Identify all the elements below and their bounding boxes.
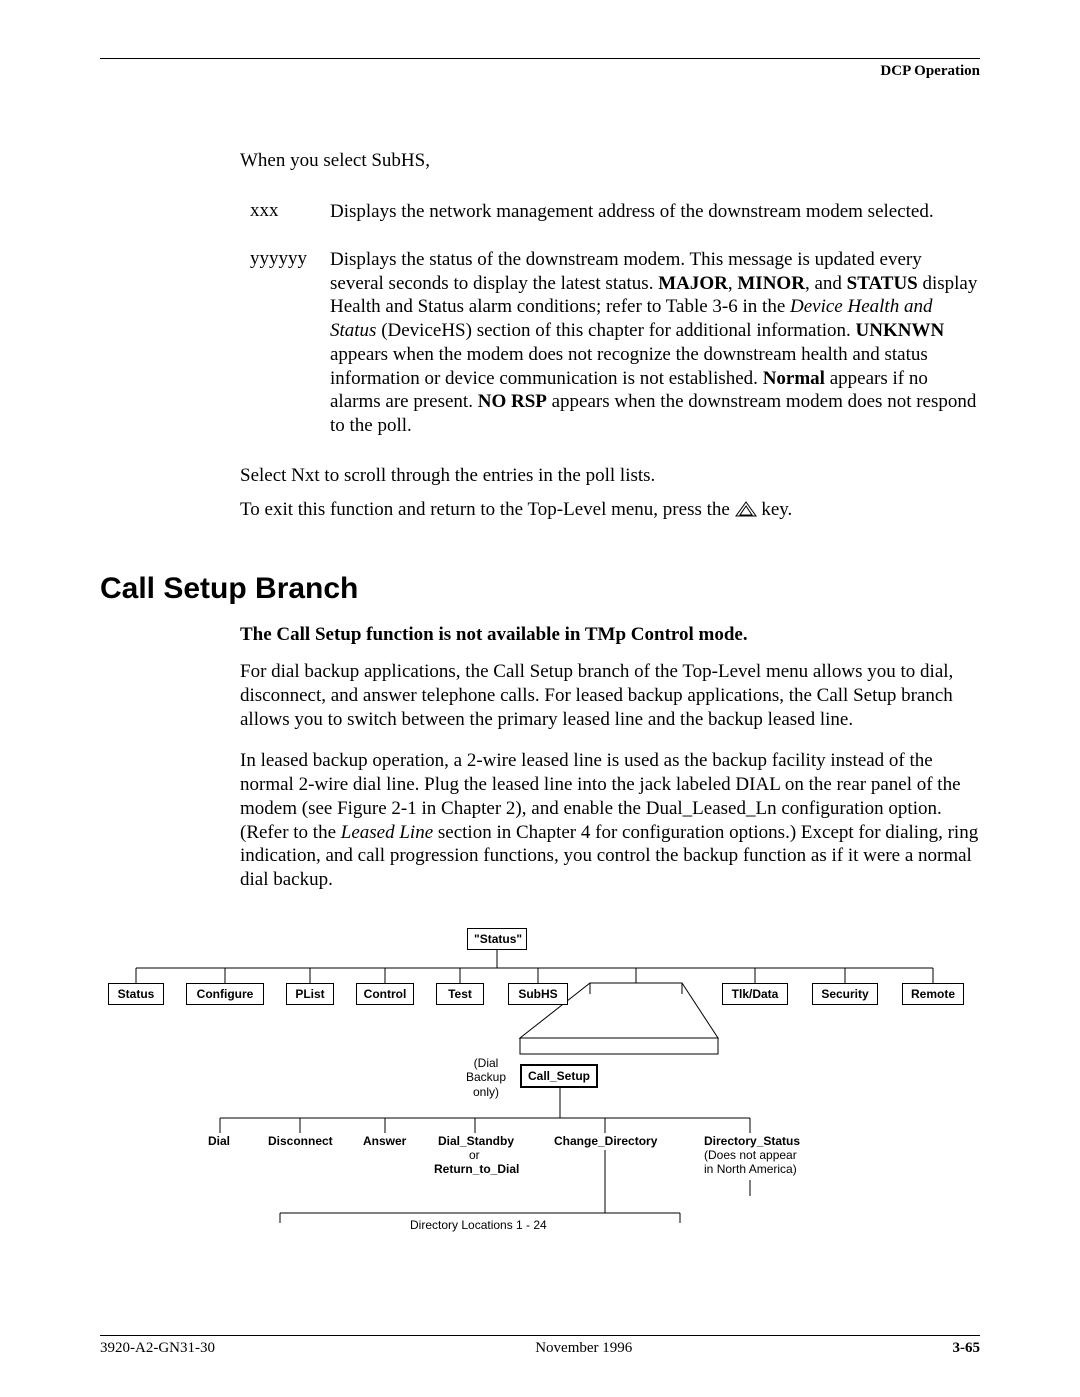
def-val-xxx: Displays the network management address … — [330, 200, 934, 224]
node-call-setup: Call_Setup — [520, 1064, 598, 1088]
node-remote: Remote — [902, 983, 964, 1005]
node-status-top: "Status" — [467, 928, 527, 950]
label-directory-status: Directory_Status — [704, 1134, 800, 1148]
label-dir-locations: Directory Locations 1 - 24 — [410, 1218, 547, 1232]
para-exit: To exit this function and return to the … — [240, 498, 980, 523]
footer-page: 3-65 — [952, 1340, 980, 1357]
def-val-yyy: Displays the status of the downstream mo… — [330, 248, 980, 438]
label-dial-backup-only: (Dial Backup only) — [458, 1056, 514, 1099]
section-title: Call Setup Branch — [100, 572, 980, 606]
para-nxt: Select Nxt to scroll through the entries… — [240, 464, 980, 488]
def-key-yyy: yyyyyy — [250, 248, 330, 438]
node-subhs: SubHS — [508, 983, 568, 1005]
footer-docnum: 3920-A2-GN31-30 — [100, 1340, 215, 1357]
node-security: Security — [812, 983, 878, 1005]
para-dial: For dial backup applications, the Call S… — [240, 660, 980, 731]
intro-text: When you select SubHS, — [240, 150, 980, 172]
label-dial: Dial — [208, 1134, 230, 1148]
label-return-to-dial: Return_to_Dial — [434, 1162, 519, 1176]
home-key-icon — [735, 498, 757, 522]
header-section: DCP Operation — [100, 63, 980, 80]
footer-date: November 1996 — [535, 1340, 632, 1357]
node-plist: PList — [286, 983, 334, 1005]
node-tlkdata: Tlk/Data — [722, 983, 788, 1005]
node-configure: Configure — [186, 983, 264, 1005]
label-answer: Answer — [363, 1134, 406, 1148]
label-disconnect: Disconnect — [268, 1134, 333, 1148]
label-or: or — [469, 1148, 480, 1162]
node-control: Control — [356, 983, 414, 1005]
menu-tree-diagram: "Status" Status Configure PList Control … — [100, 928, 980, 1288]
section-note: The Call Setup function is not available… — [240, 624, 980, 646]
para-leased: In leased backup operation, a 2-wire lea… — [240, 749, 980, 892]
label-dial-standby: Dial_Standby — [438, 1134, 514, 1148]
label-na-note: (Does not appear in North America) — [704, 1148, 797, 1177]
node-status: Status — [108, 983, 164, 1005]
def-key-xxx: xxx — [250, 200, 330, 224]
label-change-directory: Change_Directory — [554, 1134, 657, 1148]
node-test: Test — [436, 983, 484, 1005]
